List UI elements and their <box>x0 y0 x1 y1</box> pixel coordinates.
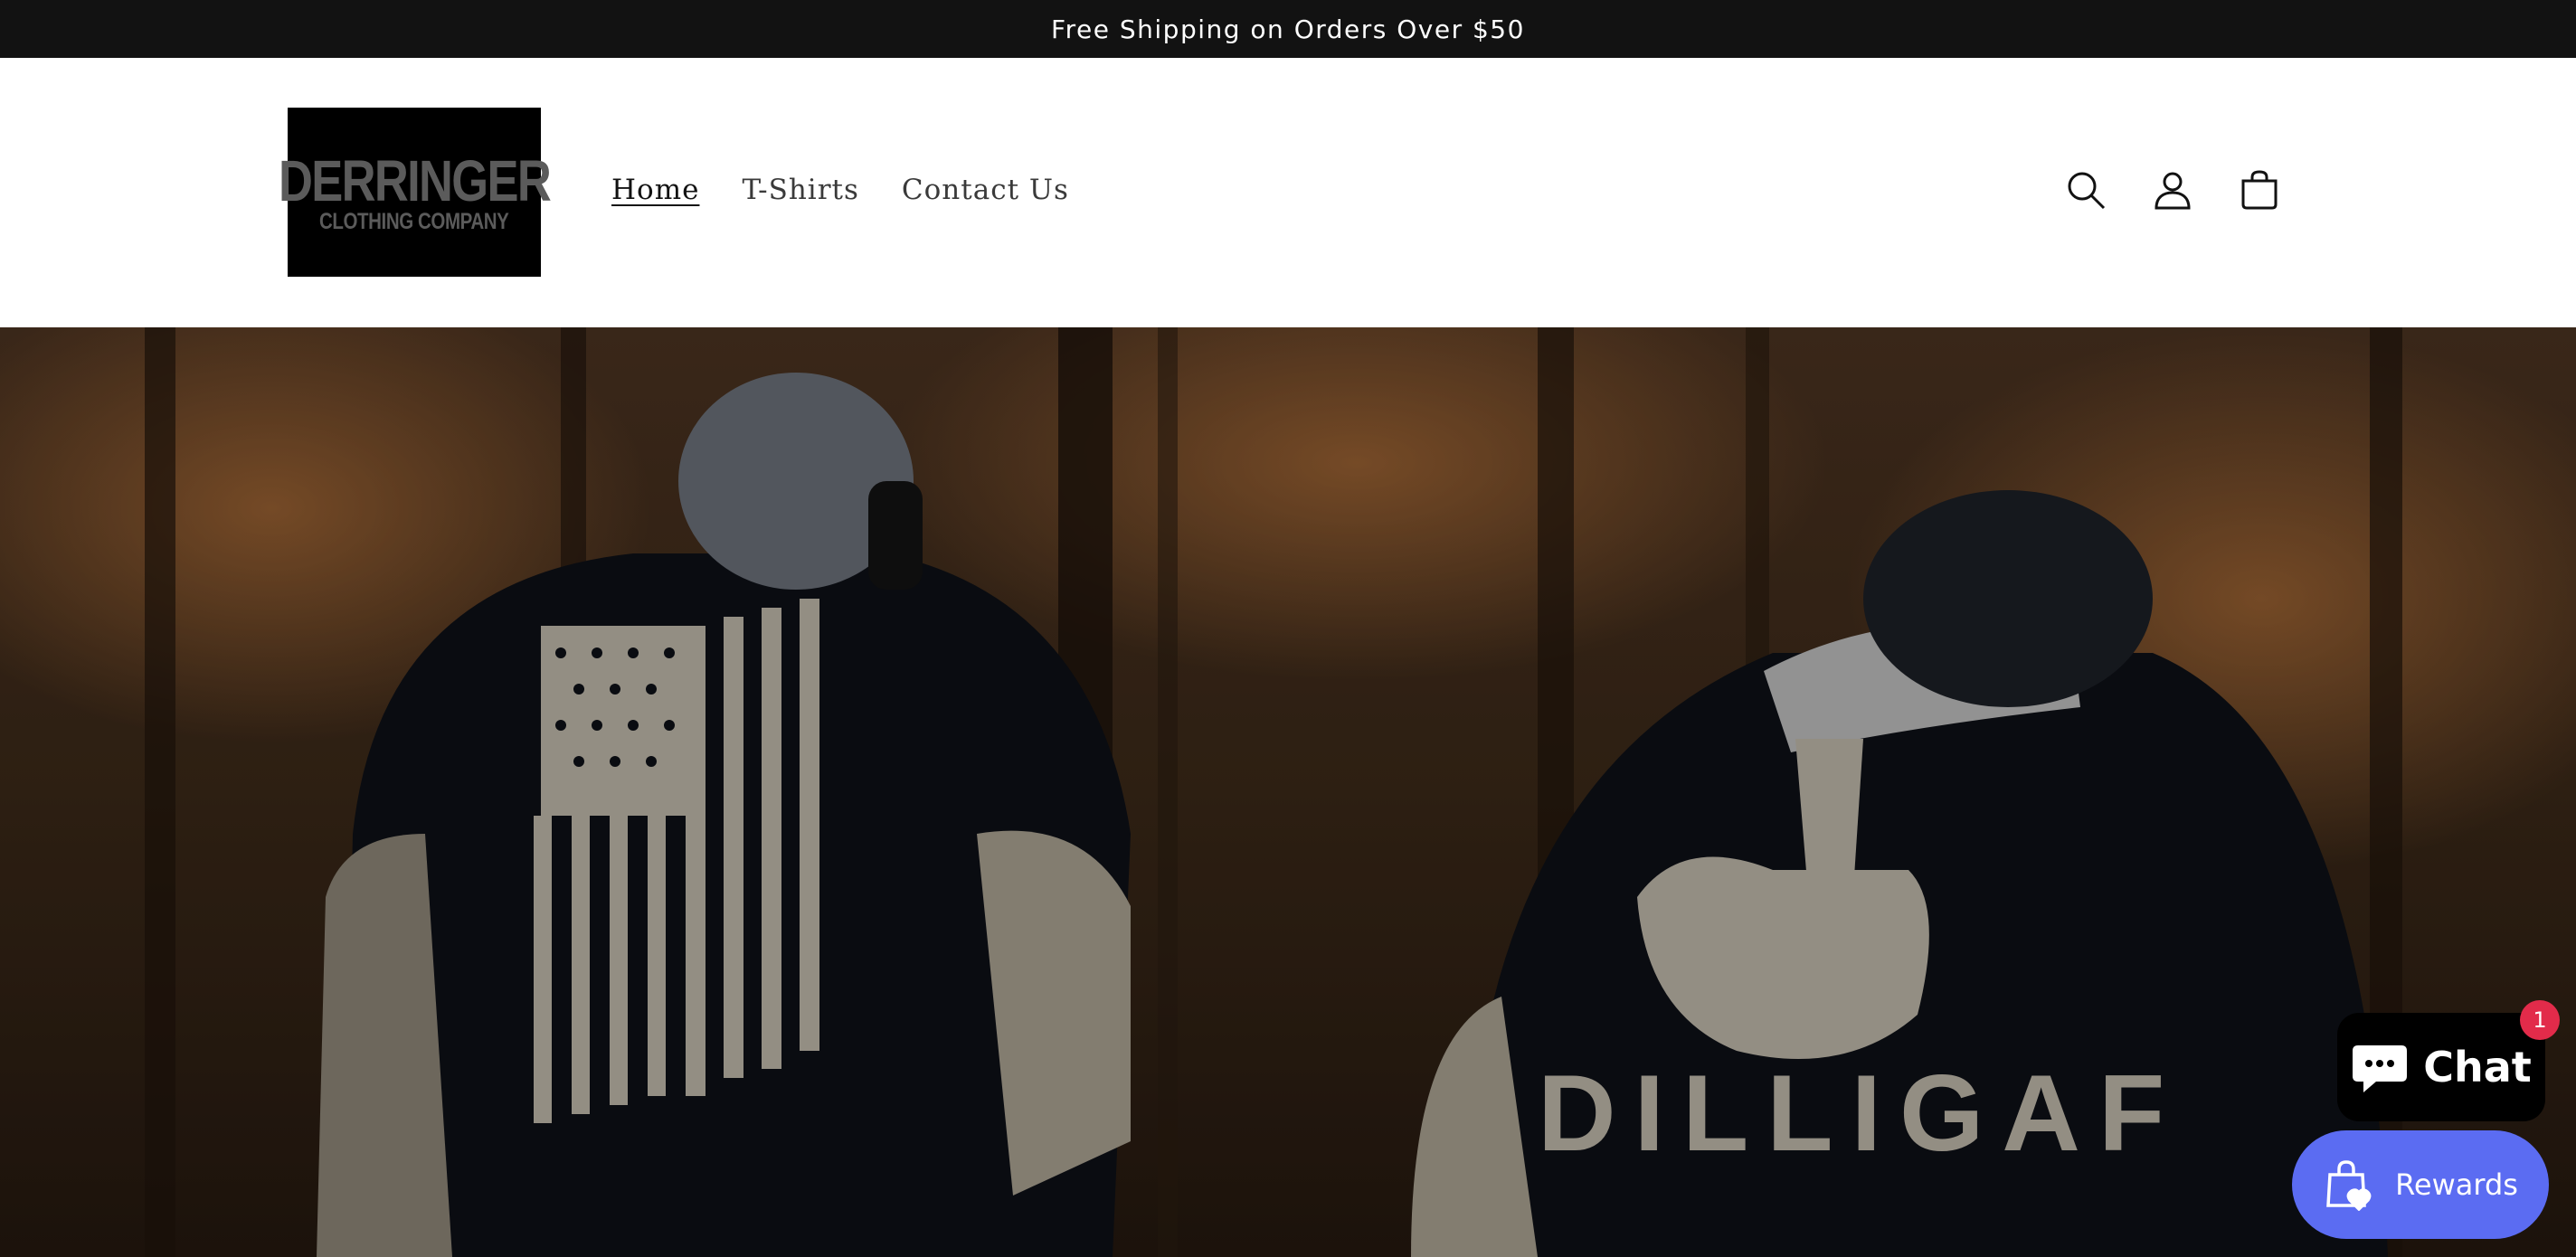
nav-home[interactable]: Home <box>611 174 699 206</box>
nav-contact-us[interactable]: Contact Us <box>902 174 1069 206</box>
logo-line1: DERRINGER <box>278 147 552 213</box>
announcement-text: Free Shipping on Orders Over $50 <box>1051 14 1525 44</box>
shopping-bag-heart-icon <box>2326 1160 2372 1211</box>
rewards-button[interactable]: Rewards <box>2292 1130 2549 1239</box>
main-nav: Home T-Shirts Contact Us <box>611 174 1069 206</box>
chat-button[interactable]: Chat <box>2337 1013 2545 1121</box>
rewards-label: Rewards <box>2395 1167 2518 1202</box>
account-icon <box>2155 172 2191 210</box>
header-icons <box>2062 166 2283 213</box>
nav-t-shirts[interactable]: T-Shirts <box>742 174 858 206</box>
search-button[interactable] <box>2062 166 2109 213</box>
site-header: DERRINGER CLOTHING COMPANY Home T-Shirts… <box>0 58 2576 327</box>
account-button[interactable] <box>2149 166 2196 213</box>
cart-icon <box>2241 170 2278 210</box>
logo-line2: CLOTHING COMPANY <box>319 208 509 234</box>
search-icon <box>2068 172 2106 210</box>
chat-bubble-icon <box>2353 1045 2408 1092</box>
cart-button[interactable] <box>2236 166 2283 213</box>
announcement-bar: Free Shipping on Orders Over $50 <box>0 0 2576 58</box>
chat-label: Chat <box>2423 1043 2532 1092</box>
hero-image: DILLIGAF <box>0 327 2576 1257</box>
chat-notification-badge: 1 <box>2520 1000 2560 1040</box>
logo[interactable]: DERRINGER CLOTHING COMPANY <box>279 108 552 277</box>
